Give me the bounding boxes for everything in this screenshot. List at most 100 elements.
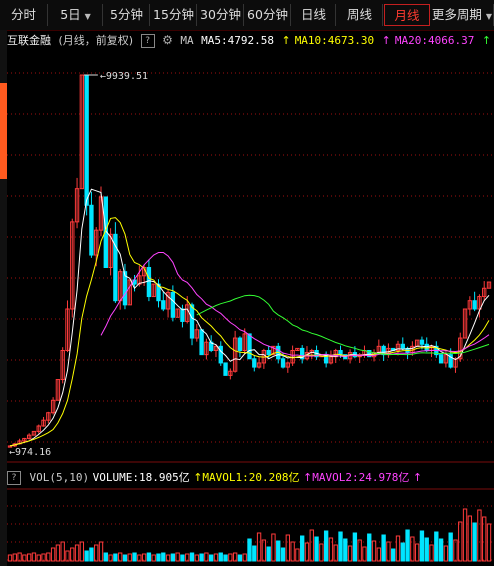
volume-bar: [165, 554, 171, 562]
volume-bar: [443, 545, 449, 562]
volume-bar: [477, 509, 482, 562]
volume-bar: [391, 548, 396, 562]
volume-bar: [117, 552, 123, 562]
volume-bar: [141, 553, 147, 562]
volume-bar: [367, 533, 372, 562]
volume-bar: [161, 552, 166, 562]
volume-bar: [74, 544, 80, 562]
volume-bar: [371, 540, 377, 562]
volume-bar: [84, 550, 89, 562]
volume-bar: [113, 553, 118, 562]
volume-bar: [199, 553, 204, 562]
volume-bar: [79, 541, 85, 562]
candle-body: [180, 308, 185, 322]
candle-body: [189, 304, 195, 339]
candle-body: [89, 204, 94, 256]
volume-bar: [419, 530, 425, 562]
volume-bar: [60, 541, 65, 562]
volume-bar: [410, 536, 415, 562]
volume-bar: [472, 522, 477, 562]
volume-bar: [70, 547, 75, 562]
volume-bar: [271, 533, 276, 562]
volume-bar: [132, 552, 137, 562]
candle-body: [237, 337, 243, 351]
candle-body: [438, 354, 444, 364]
volume-bar: [285, 534, 290, 562]
volume-bar: [304, 542, 310, 562]
volume-bar: [343, 538, 348, 562]
volume-bar: [386, 541, 391, 562]
volume-bar: [290, 541, 295, 562]
volume-bar: [151, 554, 156, 562]
mavol2-value: MAVOL2:24.978亿: [312, 471, 410, 484]
volume-bar: [300, 535, 305, 562]
candle-body: [84, 74, 89, 206]
mavol1-value: MAVOL1:20.208亿: [202, 471, 300, 484]
volume-bar: [98, 541, 104, 562]
volume-bar: [352, 532, 358, 562]
candle-body: [146, 267, 152, 298]
volume-bar: [434, 531, 439, 562]
volume-bar: [328, 537, 334, 562]
volume-bar: [103, 552, 108, 562]
candle-body: [472, 300, 477, 310]
volume-bar: [333, 544, 338, 562]
volume-bar: [280, 547, 286, 562]
volume-bar: [362, 546, 367, 562]
volume-bar: [266, 546, 271, 562]
volume-bar: [94, 544, 99, 562]
volume-bar: [276, 540, 281, 562]
volume-bar: [156, 553, 161, 562]
volume-bar: [438, 538, 444, 562]
vol-label: VOL(5,10): [29, 471, 90, 484]
ma-line-20: [100, 252, 490, 357]
volume-bar: [448, 532, 453, 562]
volume-bar: [261, 539, 267, 562]
volume-bar: [50, 547, 56, 562]
volume-bar: [175, 552, 180, 562]
candle-body: [280, 358, 286, 368]
volume-bar: [309, 529, 314, 562]
volume-bar: [405, 529, 410, 562]
volume-bar: [256, 532, 262, 562]
volume-bar: [89, 547, 94, 562]
volume-bar: [223, 554, 228, 562]
ma-line-10: [9, 217, 490, 447]
volume-bar: [467, 515, 473, 562]
volume-bar: [252, 545, 257, 562]
candle-body: [419, 339, 425, 345]
candle-body: [266, 349, 271, 356]
volume-bar: [357, 539, 362, 562]
candle-body: [252, 358, 257, 368]
high-price-label: ←9939.51: [100, 71, 148, 82]
mavol-extra-arrow-icon: ↑: [412, 471, 423, 484]
volume-bar: [189, 552, 195, 562]
candle-body: [247, 333, 252, 360]
volume-bar: [323, 530, 329, 562]
volume-bar: [453, 539, 458, 562]
volume-bar: [424, 537, 429, 562]
candle-body: [199, 329, 204, 356]
volume-value: VOLUME:18.905亿: [92, 471, 190, 484]
volume-bar: [237, 554, 243, 562]
volume-bar: [170, 553, 176, 562]
volume-bar: [295, 548, 300, 562]
volume-bar: [314, 536, 319, 562]
volume-bar: [247, 538, 252, 562]
candle-body: [223, 362, 228, 376]
volume-bar: [395, 535, 401, 562]
help-icon[interactable]: ?: [7, 471, 21, 485]
volume-bar: [180, 554, 185, 562]
volume-bar: [122, 554, 128, 562]
volume-bar: [414, 543, 420, 562]
candle-body: [170, 291, 176, 318]
mavol2-arrow-icon: ↑: [303, 471, 313, 484]
volume-bar: [127, 553, 132, 562]
volume-bar: [338, 531, 343, 562]
candle-body: [161, 300, 166, 310]
low-price-label: ←974.16: [9, 447, 51, 458]
volume-bar: [400, 542, 405, 562]
volume-bar: [381, 534, 386, 562]
volume-bar: [319, 543, 324, 562]
volume-bar: [429, 544, 434, 562]
